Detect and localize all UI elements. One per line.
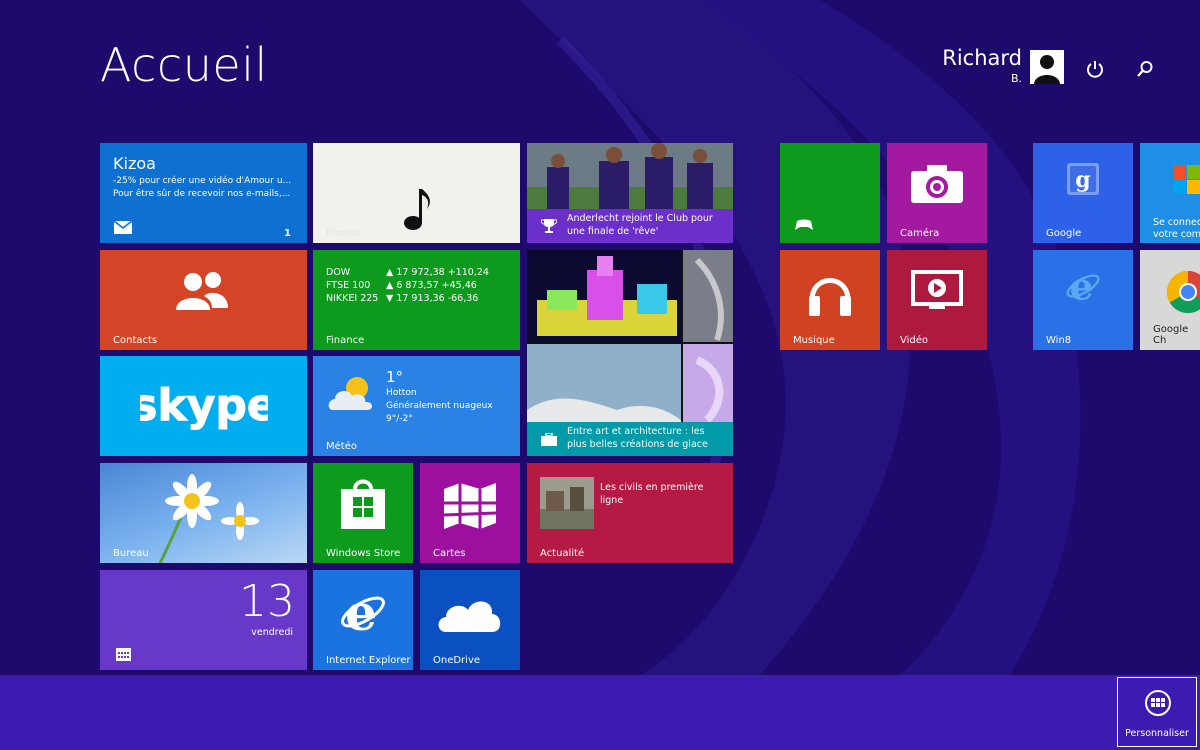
suitcase-icon xyxy=(541,433,557,446)
tile-bureau[interactable]: Bureau xyxy=(100,463,307,563)
search-icon[interactable] xyxy=(1132,56,1158,82)
chrome-icon xyxy=(1166,271,1200,314)
tile-video[interactable]: Vidéo xyxy=(887,250,987,350)
tile-label: Se connectvotre comp xyxy=(1153,217,1200,240)
tile-label: Vidéo xyxy=(900,335,929,346)
tile-travel[interactable]: Entre art et architecture : les plus bel… xyxy=(527,250,733,456)
sport-caption-bar: Anderlecht rejoint le Club pour une fina… xyxy=(527,209,733,243)
meteo-desc: Généralement nuageux xyxy=(386,401,493,411)
grid-icon xyxy=(1145,690,1171,716)
tile-meteo[interactable]: 1° Hotton Généralement nuageux 9°/-2° Mé… xyxy=(313,356,520,456)
finance-row-ftse: FTSE 100 ▲ 6 873,57 +45,46 xyxy=(326,280,477,291)
camera-icon xyxy=(911,165,963,203)
tile-camera[interactable]: Caméra xyxy=(887,143,987,243)
tile-skype[interactable]: skype xyxy=(100,356,307,456)
tile-internet-explorer[interactable]: e Internet Explorer xyxy=(313,570,413,670)
personalize-label: Personnaliser xyxy=(1125,728,1189,739)
sport-photo xyxy=(527,143,733,211)
tile-label: Internet Explorer xyxy=(326,655,411,666)
cloud-sun-icon xyxy=(328,377,373,410)
kizoa-line-1: -25% pour créer une vidéo d'Amour u... xyxy=(113,176,292,186)
kizoa-title: Kizoa xyxy=(113,154,156,173)
windows-logo-icon xyxy=(1173,165,1200,194)
tile-label: Contacts xyxy=(113,335,158,346)
tile-photos[interactable]: Photos xyxy=(313,143,520,243)
people-icon xyxy=(176,272,228,310)
cloud-icon xyxy=(438,601,501,632)
tile-label: Météo xyxy=(326,441,357,452)
tile-label: Win8 xyxy=(1046,335,1072,346)
tile-win8[interactable]: e Win8 xyxy=(1033,250,1133,350)
tile-onedrive[interactable]: OneDrive xyxy=(420,570,520,670)
svg-text:skype: skype xyxy=(140,380,268,431)
svg-text:g: g xyxy=(1075,167,1090,193)
kizoa-line-2: Pour être sûr de recevoir nos e-mails,..… xyxy=(113,189,291,199)
tile-google-chrome[interactable]: Google Ch xyxy=(1140,250,1200,350)
tile-sport[interactable]: Anderlecht rejoint le Club pour une fina… xyxy=(527,143,733,243)
meteo-range: 9°/-2° xyxy=(386,414,413,424)
headphones-icon xyxy=(809,278,851,316)
tile-cartes[interactable]: Cartes xyxy=(420,463,520,563)
skype-logo-icon: skype xyxy=(140,380,268,432)
tile-contacts[interactable]: Contacts xyxy=(100,250,307,350)
tile-actualite[interactable]: Les civils en première ligne Actualité xyxy=(527,463,733,563)
tile-xbox-games[interactable] xyxy=(780,143,880,243)
tile-label: Photos xyxy=(326,228,360,239)
trophy-icon xyxy=(541,219,557,233)
tile-label: Windows Store xyxy=(326,548,401,559)
calendar-icon xyxy=(116,648,131,661)
tile-musique[interactable]: Musique xyxy=(780,250,880,350)
user-account[interactable]: Richard B. xyxy=(940,44,1064,88)
tile-label: Actualité xyxy=(540,548,585,559)
tile-label: Musique xyxy=(793,335,835,346)
tile-finance[interactable]: DOW ▲ 17 972,38 +110,24 FTSE 100 ▲ 6 873,5… xyxy=(313,250,520,350)
meteo-city: Hotton xyxy=(386,388,417,398)
tile-label: OneDrive xyxy=(433,655,481,666)
avatar xyxy=(1030,50,1064,84)
actualite-headline: Les civils en première ligne xyxy=(600,482,704,506)
tile-label: Finance xyxy=(326,335,365,346)
google-icon: g xyxy=(1067,163,1099,195)
calendar-day: 13 xyxy=(239,576,295,627)
tile-label: Cartes xyxy=(433,548,466,559)
travel-caption-bar: Entre art et architecture : les plus bel… xyxy=(527,422,733,456)
notification-badge: 1 xyxy=(284,228,291,239)
travel-caption: Entre art et architecture : les plus bel… xyxy=(567,426,708,450)
personalize-button[interactable]: Personnaliser xyxy=(1117,677,1197,747)
ie-icon: e xyxy=(341,588,385,636)
tile-windows-connect[interactable]: Se connectvotre comp xyxy=(1140,143,1200,243)
user-sub: B. xyxy=(1010,72,1022,85)
store-bag-icon xyxy=(341,479,385,529)
play-screen-icon xyxy=(911,270,963,309)
tile-label: Bureau xyxy=(113,548,149,559)
map-icon xyxy=(444,483,496,529)
gamepad-icon xyxy=(795,219,813,230)
calendar-weekday: vendredi xyxy=(251,627,293,638)
mail-icon xyxy=(114,221,132,234)
tile-label: Caméra xyxy=(900,228,940,239)
page-title: Accueil xyxy=(100,38,268,92)
user-name: Richard xyxy=(942,46,1022,70)
news-photo xyxy=(540,477,594,529)
finance-row-dow: DOW ▲ 17 972,38 +110,24 xyxy=(326,267,489,278)
app-bar xyxy=(0,675,1200,750)
tile-label: Google Ch xyxy=(1153,324,1189,346)
tile-kizoa[interactable]: Kizoa -25% pour créer une vidéo d'Amour … xyxy=(100,143,307,243)
meteo-temp: 1° xyxy=(386,368,404,386)
tile-label: Google xyxy=(1046,228,1082,239)
tile-calendar[interactable]: 13 vendredi xyxy=(100,570,307,670)
ie-icon: e xyxy=(1066,268,1100,304)
finance-row-nikkei: NIKKEI 225 ▼ 17 913,36 -66,36 xyxy=(326,293,479,304)
power-icon[interactable] xyxy=(1082,56,1108,82)
tile-windows-store[interactable]: Windows Store xyxy=(313,463,413,563)
sport-caption: Anderlecht rejoint le Club pour une fina… xyxy=(567,213,713,237)
music-note-icon xyxy=(404,189,430,230)
tile-google[interactable]: g Google xyxy=(1033,143,1133,243)
